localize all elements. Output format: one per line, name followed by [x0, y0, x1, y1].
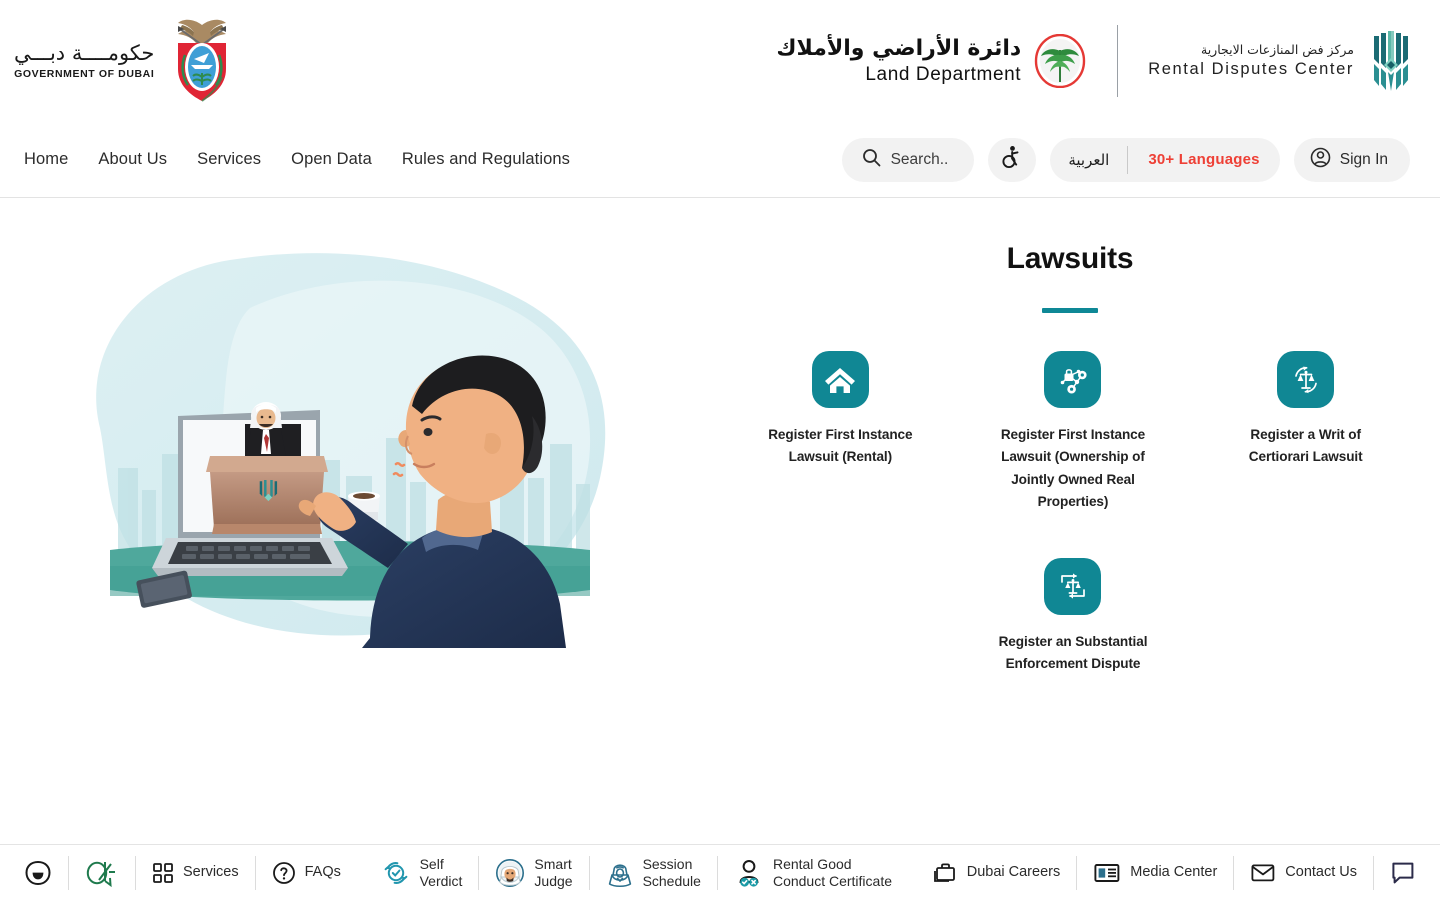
partner-logos: دائرة الأراضي والأملاك Land Department م… — [776, 25, 1414, 97]
search-icon — [862, 148, 881, 172]
chat-bubble-icon — [1390, 860, 1416, 886]
footer-item-label-line2: Verdict — [419, 872, 463, 889]
footer-item-label-line1: Rental Good — [772, 855, 852, 872]
land-department-arabic: دائرة الأراضي والأملاك — [776, 36, 1022, 62]
page-root: حكومــــة دبـــي GOVERNMENT OF DUBAI دائ… — [0, 0, 1440, 900]
government-of-dubai-english: GOVERNMENT OF DUBAI — [14, 67, 155, 80]
briefcase-icon — [932, 860, 958, 886]
language-arabic-button[interactable]: العربية — [1050, 151, 1127, 169]
logo-bar: حكومــــة دبـــي GOVERNMENT OF DUBAI دائ… — [0, 0, 1440, 122]
chat-button[interactable] — [1374, 856, 1432, 890]
page-title: Lawsuits — [1006, 242, 1134, 275]
lawsuit-tile-label: Register First Instance Lawsuit (Rental) — [768, 427, 913, 465]
footer-item-label-line2: Schedule — [642, 872, 701, 889]
footer-item-faqs[interactable]: FAQs — [256, 856, 357, 890]
footer-item-media-center[interactable]: Media Center — [1077, 856, 1233, 890]
home-icon — [811, 351, 869, 408]
accessibility-button[interactable] — [988, 137, 1037, 182]
lawsuit-tile-writ-of-certiorari[interactable]: Register a Writ of Certiorari Lawsuit — [1189, 351, 1422, 514]
footer-item-label: Self Verdict — [420, 856, 463, 889]
footer-item-label: Dubai Careers — [966, 863, 1061, 880]
main-navigation: Home About Us Services Open Data Rules a… — [0, 122, 1440, 198]
nav-item-about-us[interactable]: About Us — [98, 150, 167, 169]
nav-actions: Search.. العربية 30+ Languages Sign In — [841, 137, 1410, 182]
nav-item-rules-and-regulations[interactable]: Rules and Regulations — [402, 150, 570, 169]
rental-disputes-center-mark-icon — [1368, 30, 1414, 92]
nav-item-open-data[interactable]: Open Data — [291, 150, 372, 169]
footer-item-label: Contact Us — [1285, 863, 1358, 880]
sign-in-button[interactable]: Sign In — [1293, 137, 1410, 182]
government-of-dubai-arabic: حكومــــة دبـــي — [14, 40, 155, 65]
lawsuit-tile-label: Register an Substantial Enforcement Disp… — [998, 633, 1148, 672]
news-icon — [1093, 861, 1121, 885]
search-button[interactable]: Search.. — [841, 137, 975, 182]
land-department-text: دائرة الأراضي والأملاك Land Department — [776, 36, 1021, 85]
footer-item-smart-judge[interactable]: Smart Judge — [479, 856, 588, 890]
nav-item-home[interactable]: Home — [24, 150, 68, 169]
footer-item-services[interactable]: Services — [136, 856, 255, 890]
footer-item-dubai-careers[interactable]: Dubai Careers — [916, 856, 1077, 890]
footer-item-session-schedule[interactable]: Session Schedule — [590, 856, 717, 890]
land-department-logo[interactable]: دائرة الأراضي والأملاك Land Department — [776, 33, 1087, 89]
rental-disputes-center-text: مركز فض المنازعات الايجارية Rental Dispu… — [1148, 42, 1354, 80]
network-lock-icon — [1044, 351, 1102, 408]
lawsuit-tile-first-instance-rental[interactable]: Register First Instance Lawsuit (Rental) — [724, 351, 957, 514]
lawsuit-tiles: Register First Instance Lawsuit (Rental) — [700, 351, 1440, 676]
self-verdict-icon — [381, 859, 411, 887]
user-circle-icon — [1310, 147, 1331, 173]
government-of-dubai-logo[interactable]: حكومــــة دبـــي GOVERNMENT OF DUBAI — [14, 15, 240, 107]
question-circle-icon — [272, 861, 296, 885]
land-department-palm-icon — [1033, 33, 1087, 89]
rental-disputes-center-arabic: مركز فض المنازعات الايجارية — [1201, 42, 1354, 58]
language-more-button[interactable]: 30+ Languages — [1128, 151, 1279, 168]
lawsuit-tile-first-instance-jointly-owned[interactable]: Register First Instance Lawsuit (Ownersh… — [957, 351, 1190, 514]
government-of-dubai-text: حكومــــة دبـــي GOVERNMENT OF DUBAI — [14, 40, 155, 80]
footer-item-label-line1: Smart — [534, 855, 572, 872]
dubai-04-logo-icon — [85, 858, 119, 888]
footer-item-label-line2: Conduct Certificate — [772, 872, 893, 889]
nav-item-services[interactable]: Services — [197, 150, 261, 169]
happiness-meter-icon — [24, 859, 52, 887]
footer-item-label: FAQs — [304, 863, 341, 880]
title-underline — [1042, 308, 1098, 313]
lawsuit-tile-substantial-enforcement-dispute[interactable]: Register an Substantial Enforcement Disp… — [957, 557, 1190, 676]
virtual-court-illustration — [96, 253, 606, 648]
land-department-english: Land Department — [865, 63, 1022, 85]
main-content: Lawsuits Register First Instance Lawsuit… — [0, 198, 1440, 854]
search-label: Search.. — [890, 150, 949, 168]
language-switcher: العربية 30+ Languages — [1050, 137, 1280, 182]
footer-item-label: Smart Judge — [534, 856, 572, 889]
footer-item-contact-us[interactable]: Contact Us — [1234, 856, 1373, 890]
rental-disputes-center-english: Rental Disputes Center — [1148, 60, 1354, 79]
dubai-emblem-icon — [164, 15, 240, 107]
dubai-04-button[interactable] — [69, 856, 135, 890]
footer-item-label: Media Center — [1130, 863, 1218, 880]
smart-judge-icon — [495, 858, 525, 888]
scales-exchange-icon — [1044, 557, 1102, 615]
footer-item-label-line2: Judge — [534, 872, 573, 889]
footer-item-label: Session Schedule — [643, 856, 701, 889]
grid-icon — [152, 862, 174, 884]
lawsuit-tile-label: Register a Writ of Certiorari Lawsuit — [1248, 427, 1363, 465]
footer-toolbar: Services FAQs Self Verdict Smart Judge S… — [0, 844, 1440, 900]
envelope-icon — [1250, 862, 1276, 884]
hero-illustration — [0, 198, 700, 854]
sign-in-label: Sign In — [1339, 150, 1388, 168]
footer-item-label: Services — [183, 863, 239, 880]
footer-item-label: Rental Good Conduct Certificate — [773, 856, 892, 889]
lawsuits-panel: Lawsuits Register First Instance Lawsuit… — [700, 198, 1440, 854]
happiness-meter-button[interactable] — [8, 856, 68, 890]
rental-disputes-center-logo[interactable]: مركز فض المنازعات الايجارية Rental Dispu… — [1148, 30, 1414, 92]
footer-item-rental-good-conduct-certificate[interactable]: Rental Good Conduct Certificate — [718, 856, 908, 890]
footer-item-label-line1: Self — [419, 855, 444, 872]
accessibility-icon — [1001, 145, 1023, 174]
lawsuit-tile-label: Register First Instance Lawsuit (Ownersh… — [1000, 427, 1146, 510]
rental-conduct-icon — [734, 858, 764, 888]
footer-item-label-line1: Session — [642, 855, 693, 872]
nav-links: Home About Us Services Open Data Rules a… — [24, 150, 570, 169]
logo-divider — [1117, 25, 1119, 97]
footer-item-self-verdict[interactable]: Self Verdict — [365, 856, 479, 890]
session-schedule-icon — [606, 858, 634, 888]
scales-refresh-icon — [1277, 351, 1335, 408]
